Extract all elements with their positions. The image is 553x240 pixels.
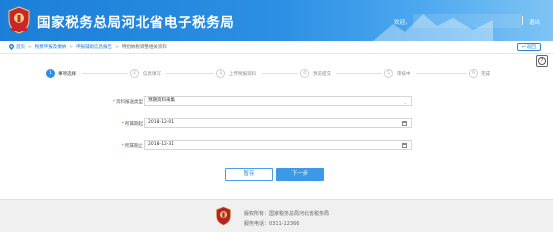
doc-type-select[interactable]: 预期资料采集 ⌄ xyxy=(144,96,412,106)
doc-type-label: *资料报送类型 xyxy=(112,100,143,105)
breadcrumb-item-auxiliary-report[interactable]: 申报辅助信息报告 xyxy=(76,44,112,50)
tax-emblem-icon xyxy=(8,6,30,34)
step-2-label: 信息填写 xyxy=(143,72,161,77)
divider xyxy=(522,16,523,25)
welcome-text: 欢迎， xyxy=(394,20,411,26)
step-connector xyxy=(336,73,382,74)
back-button-label: 返回 xyxy=(526,45,536,50)
calendar-icon[interactable] xyxy=(402,121,407,126)
next-step-button[interactable]: 下一步 xyxy=(276,168,324,181)
top-header: 国家税务总局河北省电子税务局 欢迎， 退出 xyxy=(0,0,553,41)
calendar-icon[interactable] xyxy=(402,143,407,148)
step-5-label: 审核中 xyxy=(397,72,411,77)
chevron-down-icon: ⌄ xyxy=(403,100,407,105)
logout-link[interactable]: 退出 xyxy=(529,18,540,26)
doc-type-row: *资料报送类型 预期资料采集 ⌄ xyxy=(100,96,420,107)
period-start-input[interactable]: 2018-12-01 xyxy=(144,118,412,128)
back-arrow-icon: ↩ xyxy=(522,44,526,50)
step-6-label: 完成 xyxy=(481,72,490,77)
step-1-dot: 1 xyxy=(46,69,55,78)
progress-steps: 1 事项选择 2 信息填写 3 上传附报资料 4 预览提交 5 审核中 6 完成 xyxy=(0,66,553,80)
breadcrumb-item-tax-filing[interactable]: 税费申报及缴纳 xyxy=(35,44,67,50)
save-draft-button[interactable]: 暂存 xyxy=(225,168,273,181)
breadcrumb-separator: > xyxy=(28,44,32,50)
step-2-dot: 2 xyxy=(130,69,139,78)
step-4-label: 预览提交 xyxy=(313,72,331,77)
period-start-value: 2018-12-01 xyxy=(148,120,175,125)
period-end-label: *所属期止 xyxy=(121,144,143,149)
copyright-text: 版权所有：国家税务总局河北省税务局 xyxy=(244,211,330,217)
breadcrumb-bar: 首页 > 税费申报及缴纳 > 申报辅助信息报告 > 特别纳税调整相关资料 xyxy=(0,41,553,54)
breadcrumb-home[interactable]: 首页 xyxy=(16,44,25,50)
step-3-label: 上传附报资料 xyxy=(229,72,256,77)
step-6-dot: 6 xyxy=(469,69,478,78)
period-start-label: *所属期起 xyxy=(121,122,143,127)
hotline-text: 服务电话：0311-12366 xyxy=(244,221,300,227)
breadcrumb-separator: > xyxy=(115,44,119,50)
doc-type-value: 预期资料采集 xyxy=(148,98,175,103)
site-title: 国家税务总局河北省电子税务局 xyxy=(37,15,235,31)
period-end-input[interactable]: 2018-12-31 xyxy=(144,140,412,150)
back-button[interactable]: ↩ 返回 xyxy=(517,43,541,51)
help-glyph: ? xyxy=(538,57,546,65)
breadcrumb-item-current: 特别纳税调整相关资料 xyxy=(121,45,167,50)
page-footer: 版权所有：国家税务总局河北省税务局 服务电话：0311-12366 xyxy=(0,199,553,232)
step-connector xyxy=(82,73,128,74)
step-5-dot: 5 xyxy=(384,69,393,78)
step-3-dot: 3 xyxy=(216,69,225,78)
required-marker: * xyxy=(121,122,124,127)
breadcrumb: 首页 > 税费申报及缴纳 > 申报辅助信息报告 > 特别纳税调整相关资料 xyxy=(9,44,167,50)
step-connector xyxy=(262,73,298,74)
period-start-row: *所属期起 2018-12-01 xyxy=(100,118,420,129)
breadcrumb-separator: > xyxy=(69,44,74,50)
step-connector xyxy=(416,73,467,74)
tax-emblem-icon xyxy=(216,206,231,226)
location-pin-icon xyxy=(9,44,14,50)
period-end-value: 2018-12-31 xyxy=(148,142,175,147)
required-marker: * xyxy=(112,100,115,105)
period-end-row: *所属期止 2018-12-31 xyxy=(100,140,420,151)
step-1-label: 事项选择 xyxy=(58,72,76,77)
step-connector xyxy=(166,73,214,74)
user-name xyxy=(413,14,521,28)
required-marker: * xyxy=(121,144,124,149)
step-4-dot: 4 xyxy=(300,69,309,78)
